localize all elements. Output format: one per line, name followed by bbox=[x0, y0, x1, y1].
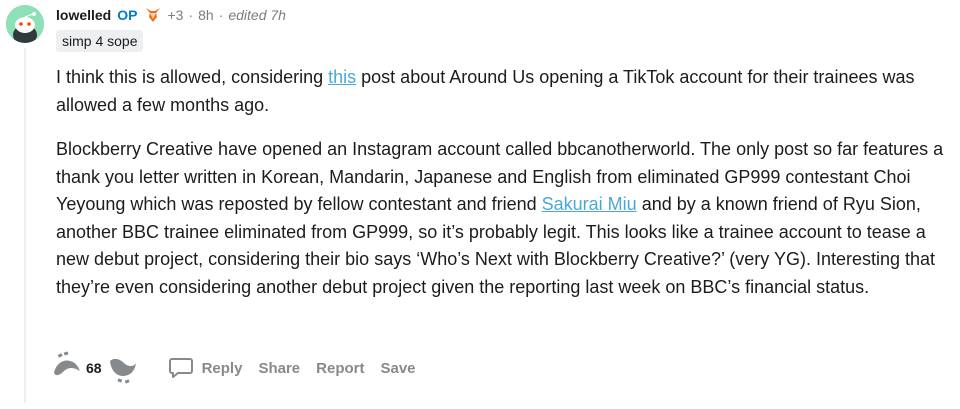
timestamp[interactable]: 8h bbox=[198, 7, 214, 23]
username-link[interactable]: lowelled bbox=[56, 7, 111, 23]
downvote-icon[interactable] bbox=[106, 351, 140, 385]
comment-paragraph: I think this is allowed, considering thi… bbox=[56, 64, 946, 119]
save-label: Save bbox=[380, 359, 416, 377]
snoo-avatar-icon bbox=[6, 5, 44, 43]
award-count[interactable]: +3 bbox=[167, 7, 183, 23]
paragraph-text: I think this is allowed, considering bbox=[56, 67, 329, 87]
reply-button[interactable]: Reply bbox=[168, 356, 243, 380]
comment-bubble-icon bbox=[168, 358, 193, 378]
comment-paragraph: Blockberry Creative have opened an Insta… bbox=[56, 136, 946, 301]
post-link[interactable]: this bbox=[328, 67, 356, 87]
report-label: Report bbox=[316, 359, 365, 377]
op-badge: OP bbox=[117, 7, 138, 23]
user-flair: simp 4 sope bbox=[56, 30, 144, 52]
save-button[interactable]: Save bbox=[380, 360, 415, 377]
dot-separator: · bbox=[188, 7, 194, 23]
dot-separator: · bbox=[218, 7, 224, 23]
sakurai-miu-link[interactable]: Sakurai Miu bbox=[542, 194, 637, 214]
comment-body: I think this is allowed, considering thi… bbox=[56, 64, 946, 318]
thread-line[interactable] bbox=[24, 48, 26, 403]
fox-flair-icon bbox=[146, 8, 161, 22]
user-avatar[interactable] bbox=[6, 5, 44, 43]
share-button[interactable]: Share bbox=[258, 360, 300, 377]
reply-label: Reply bbox=[201, 359, 243, 377]
report-button[interactable]: Report bbox=[316, 360, 364, 377]
upvote-icon[interactable] bbox=[50, 351, 84, 385]
share-label: Share bbox=[258, 359, 301, 377]
vote-score: 68 bbox=[86, 360, 102, 376]
comment-action-bar: 68 Reply Share Report Save bbox=[50, 350, 416, 386]
edited-indicator: edited 7h bbox=[228, 7, 286, 23]
comment-header: lowelled OP +3 · 8h · edited 7h bbox=[56, 4, 286, 26]
